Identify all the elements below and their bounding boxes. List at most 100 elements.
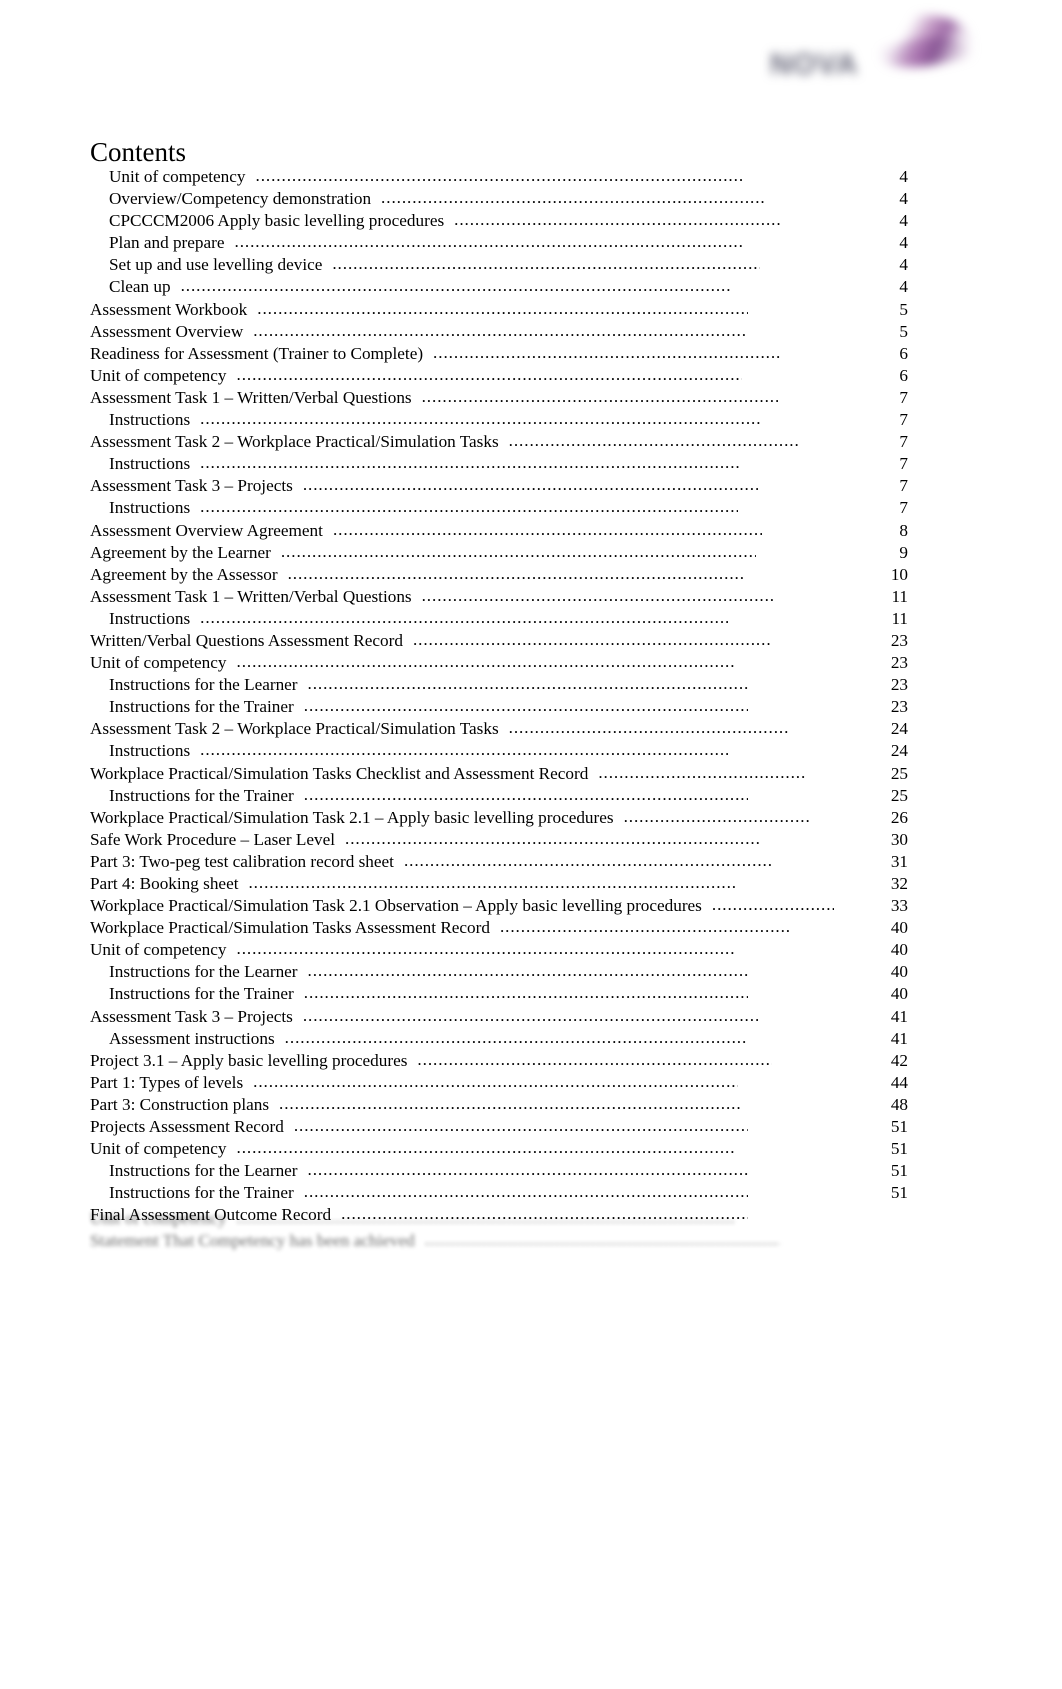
leader-dots [308,673,748,695]
toc-entry-page-number: 6 [899,365,908,385]
toc-entry-row[interactable]: Instructions for the Learner 40 [90,961,908,983]
toc-entry-label: Instructions for the Learner [109,1161,298,1181]
toc-entry-row[interactable]: Part 3: Construction plans 48 [90,1094,908,1116]
toc-entry-row[interactable]: Assessment Overview Agreement 8 [90,520,908,542]
toc-faded-entry-row[interactable]: Statement That Competency has been achie… [90,1230,908,1252]
toc-entry-row[interactable]: Instructions for the Learner 23 [90,674,908,696]
toc-entry-row[interactable]: Agreement by the Learner 9 [90,542,908,564]
page-title: Contents [90,137,187,167]
toc-entry-page-number: 41 [890,1006,908,1026]
toc-entry-row[interactable]: Instructions for the Trainer 51 [90,1182,908,1204]
toc-entry-page-number: 7 [899,410,908,430]
toc-entry-row[interactable]: Unit of competency 4 [90,166,908,188]
toc-entry-row[interactable]: Set up and use levelling device 4 [90,254,908,276]
toc-entry-label: Workplace Practical/Simulation Tasks Ass… [90,918,490,938]
toc-entry-row[interactable]: Unit of competency 40 [90,939,908,961]
table-of-contents-faded-tail: Unit of competency Statement That Compete… [90,1208,908,1252]
toc-entry-label: Workplace Practical/Simulation Task 2.1 … [90,807,614,827]
toc-entry-page-number: 51 [890,1139,908,1159]
toc-entry-label: Project 3.1 – Apply basic levelling proc… [90,1050,408,1070]
leader-dots [333,519,762,541]
toc-entry-label: Instructions [109,410,191,430]
toc-entry-label: Readiness for Assessment (Trainer to Com… [90,343,424,363]
toc-entry-label: Unit of competency [90,365,227,385]
leader-dots [345,828,760,850]
leader-dots [422,585,774,607]
toc-entry-row[interactable]: Instructions for the Trainer 23 [90,696,908,718]
toc-entry-label: Unit of competency [90,1139,227,1159]
toc-entry-row[interactable]: Unit of competency 23 [90,652,908,674]
toc-entry-page-number: 11 [891,608,908,628]
toc-entry-label: Instructions [109,608,191,628]
toc-entry-row[interactable]: Workplace Practical/Simulation Task 2.1 … [90,895,908,917]
toc-entry-row[interactable]: Readiness for Assessment (Trainer to Com… [90,343,908,365]
toc-entry-page-number: 23 [890,675,908,695]
brand-logo: NOVA [762,6,974,108]
toc-entry-label: Instructions [109,498,191,518]
toc-entry-row[interactable]: Unit of competency 51 [90,1138,908,1160]
toc-entry-page-number: 40 [890,962,908,982]
toc-entry-row[interactable]: Instructions 11 [90,608,908,630]
toc-entry-row[interactable]: CPCCCM2006 Apply basic levelling procedu… [90,210,908,232]
toc-entry-page-number: 9 [899,542,908,562]
toc-entry-row[interactable]: Assessment Task 1 – Written/Verbal Quest… [90,586,908,608]
toc-entry-row[interactable]: Workplace Practical/Simulation Tasks Che… [90,763,908,785]
toc-entry-label: Workplace Practical/Simulation Tasks Che… [90,763,589,783]
toc-entry-row[interactable]: Written/Verbal Questions Assessment Reco… [90,630,908,652]
toc-entry-row[interactable]: Part 3: Two-peg test calibration record … [90,851,908,873]
toc-entry-row[interactable]: Project 3.1 – Apply basic levelling proc… [90,1050,908,1072]
toc-entry-row[interactable]: Unit of competency 6 [90,365,908,387]
toc-entry-row[interactable]: Instructions for the Trainer 25 [90,785,908,807]
toc-entry-row[interactable]: Part 4: Booking sheet 32 [90,873,908,895]
toc-entry-row[interactable]: Instructions for the Learner 51 [90,1160,908,1182]
toc-entry-row[interactable]: Instructions 24 [90,740,908,762]
toc-entry-row[interactable]: Workplace Practical/Simulation Tasks Ass… [90,917,908,939]
toc-entry-page-number: 24 [890,741,908,761]
toc-entry-row[interactable]: Assessment instructions 41 [90,1028,908,1050]
toc-entry-row[interactable]: Agreement by the Assessor 10 [90,564,908,586]
toc-entry-page-number: 41 [890,1028,908,1048]
toc-entry-label: Part 1: Types of levels [90,1072,244,1092]
toc-entry-row[interactable]: Instructions 7 [90,497,908,519]
toc-entry-row[interactable]: Instructions for the Trainer 40 [90,983,908,1005]
toc-faded-entry-row[interactable]: Unit of competency [90,1208,908,1230]
toc-entry-page-number: 51 [890,1161,908,1181]
toc-entry-label: Instructions [109,741,191,761]
leader-dots [413,629,772,651]
toc-entry-row[interactable]: Projects Assessment Record 51 [90,1116,908,1138]
toc-entry-label: Part 3: Two-peg test calibration record … [90,851,394,871]
toc-entry-page-number: 7 [899,454,908,474]
toc-entry-row[interactable]: Assessment Task 1 – Written/Verbal Quest… [90,387,908,409]
toc-entry-row[interactable]: Part 1: Types of levels 44 [90,1072,908,1094]
toc-entry-label: Instructions for the Learner [109,962,298,982]
toc-entry-row[interactable]: Assessment Workbook 5 [90,299,908,321]
toc-entry-row[interactable]: Workplace Practical/Simulation Task 2.1 … [90,807,908,829]
toc-entry-label: Safe Work Procedure – Laser Level [90,829,336,849]
toc-entry-row[interactable]: Instructions 7 [90,409,908,431]
toc-entry-row[interactable]: Assessment Task 2 – Workplace Practical/… [90,718,908,740]
toc-entry-page-number: 25 [890,763,908,783]
leader-dots [308,1159,748,1181]
leader-dots [624,806,810,828]
toc-entry-page-number: 30 [890,829,908,849]
toc-entry-page-number: 51 [890,1183,908,1203]
toc-entry-row[interactable]: Clean up 4 [90,276,908,298]
toc-entry-page-number: 7 [899,432,908,452]
toc-entry-row[interactable]: Safe Work Procedure – Laser Level 30 [90,829,908,851]
toc-entry-row[interactable]: Instructions 7 [90,453,908,475]
toc-entry-label: CPCCCM2006 Apply basic levelling procedu… [109,211,445,231]
leader-dots [237,364,742,386]
toc-entry-row[interactable]: Assessment Task 3 – Projects 41 [90,1006,908,1028]
toc-entry-label: Assessment Task 1 – Written/Verbal Quest… [90,387,412,407]
toc-entry-page-number: 42 [890,1050,908,1070]
toc-entry-page-number: 5 [899,299,908,319]
toc-entry-page-number: 25 [890,785,908,805]
toc-entry-row[interactable]: Plan and prepare 4 [90,232,908,254]
toc-entry-row[interactable]: Assessment Overview 5 [90,321,908,343]
leader-dots [332,253,760,275]
leader-dots [237,1207,736,1229]
toc-entry-row[interactable]: Overview/Competency demonstration 4 [90,188,908,210]
toc-entry-row[interactable]: Assessment Task 3 – Projects 7 [90,475,908,497]
toc-entry-row[interactable]: Assessment Task 2 – Workplace Practical/… [90,431,908,453]
leader-dots [304,982,748,1004]
